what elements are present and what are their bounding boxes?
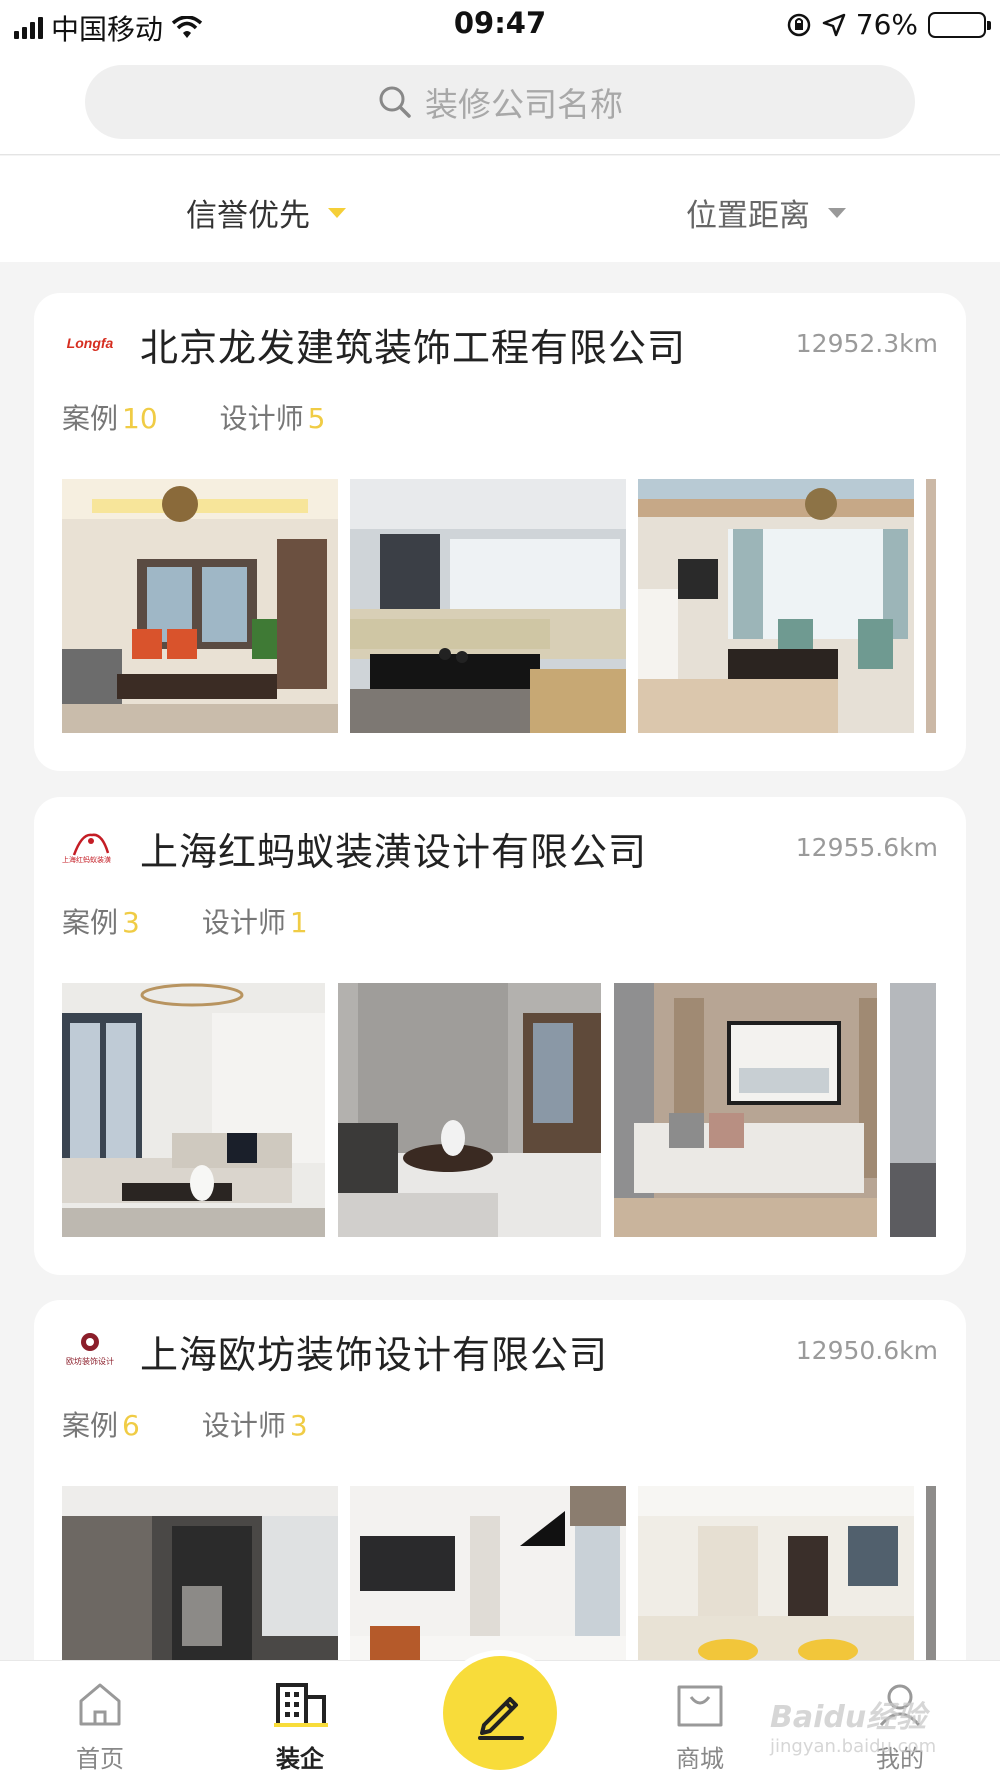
building-icon — [274, 1683, 328, 1727]
company-distance: 12950.6km — [795, 1336, 938, 1365]
case-photo[interactable] — [638, 479, 914, 733]
company-card[interactable]: 上海红蚂蚁装潢 上海红蚂蚁装潢设计有限公司 12955.6km 案例 3 设计师 1 — [34, 797, 966, 1275]
status-right: 76% — [786, 8, 991, 41]
company-stats: 案例 3 设计师 1 — [62, 901, 308, 941]
watermark: Baidu经验 jingyan.baidu.com — [770, 1692, 936, 1757]
company-stats: 案例 10 设计师 5 — [62, 397, 326, 437]
designers-stat: 设计师 5 — [219, 402, 326, 435]
cases-stat: 案例 10 — [62, 402, 158, 435]
company-distance: 12952.3km — [795, 329, 938, 358]
rotation-lock-icon — [787, 13, 811, 36]
location-arrow-icon — [822, 13, 846, 36]
battery-icon — [928, 11, 991, 38]
company-name: 上海红蚂蚁装潢设计有限公司 — [140, 830, 648, 874]
case-photo[interactable] — [614, 983, 877, 1237]
company-name: 北京龙发建筑装饰工程有限公司 — [140, 326, 687, 370]
case-photo[interactable] — [926, 479, 936, 733]
shopping-bag-icon — [677, 1685, 723, 1727]
sort-distance-label: 位置距离 — [686, 198, 810, 234]
case-photo[interactable] — [62, 983, 325, 1237]
company-logo: Longfa — [66, 335, 114, 351]
home-icon — [79, 1683, 121, 1726]
designers-stat: 设计师 1 — [201, 906, 308, 939]
watermark-url: jingyan.baidu.com — [770, 1736, 937, 1757]
tab-companies[interactable]: 装企 — [240, 1679, 360, 1774]
write-button[interactable] — [443, 1656, 557, 1770]
case-photos — [62, 983, 936, 1237]
sort-distance-dropdown[interactable]: 位置距离 — [686, 190, 846, 235]
company-stats: 案例 6 设计师 3 — [62, 1404, 308, 1444]
case-photo[interactable] — [62, 479, 338, 733]
company-logo: 欧坊装饰设计 — [62, 1330, 118, 1370]
company-card[interactable]: Longfa 北京龙发建筑装饰工程有限公司 12952.3km 案例 10 设计师… — [34, 293, 966, 771]
search-placeholder: 装修公司名称 — [425, 85, 623, 124]
battery-percent: 76% — [855, 8, 918, 41]
company-name: 上海欧坊装饰设计有限公司 — [140, 1333, 609, 1377]
tab-mall-label: 商城 — [676, 1745, 724, 1773]
designers-stat: 设计师 3 — [201, 1409, 308, 1442]
tab-companies-label: 装企 — [276, 1745, 324, 1773]
case-photo[interactable] — [890, 983, 936, 1237]
cases-stat: 案例 6 — [62, 1409, 140, 1442]
cases-stat: 案例 3 — [62, 906, 140, 939]
tab-mall[interactable]: 商城 — [640, 1679, 760, 1774]
case-photo[interactable] — [350, 479, 626, 733]
sort-bar: 信誉优先 位置距离 — [0, 156, 1000, 262]
triangle-down-icon — [828, 207, 846, 218]
watermark-brand: Baidu经验 — [770, 1700, 927, 1735]
triangle-down-icon — [328, 207, 346, 218]
tab-home[interactable]: 首页 — [40, 1679, 160, 1774]
case-photos — [62, 479, 936, 733]
sort-credit-label: 信誉优先 — [186, 198, 310, 234]
pencil-icon — [478, 1697, 524, 1740]
search-input[interactable]: 装修公司名称 — [85, 65, 915, 139]
search-icon — [379, 86, 411, 118]
company-logo: 上海红蚂蚁装潢 — [62, 827, 118, 867]
search-bar: 装修公司名称 — [0, 50, 1000, 155]
status-bar: 中国移动 09:47 76% — [0, 0, 1000, 50]
sort-credit-dropdown[interactable]: 信誉优先 — [186, 190, 346, 235]
tab-home-label: 首页 — [76, 1745, 124, 1773]
case-photo[interactable] — [338, 983, 601, 1237]
company-distance: 12955.6km — [795, 833, 938, 862]
